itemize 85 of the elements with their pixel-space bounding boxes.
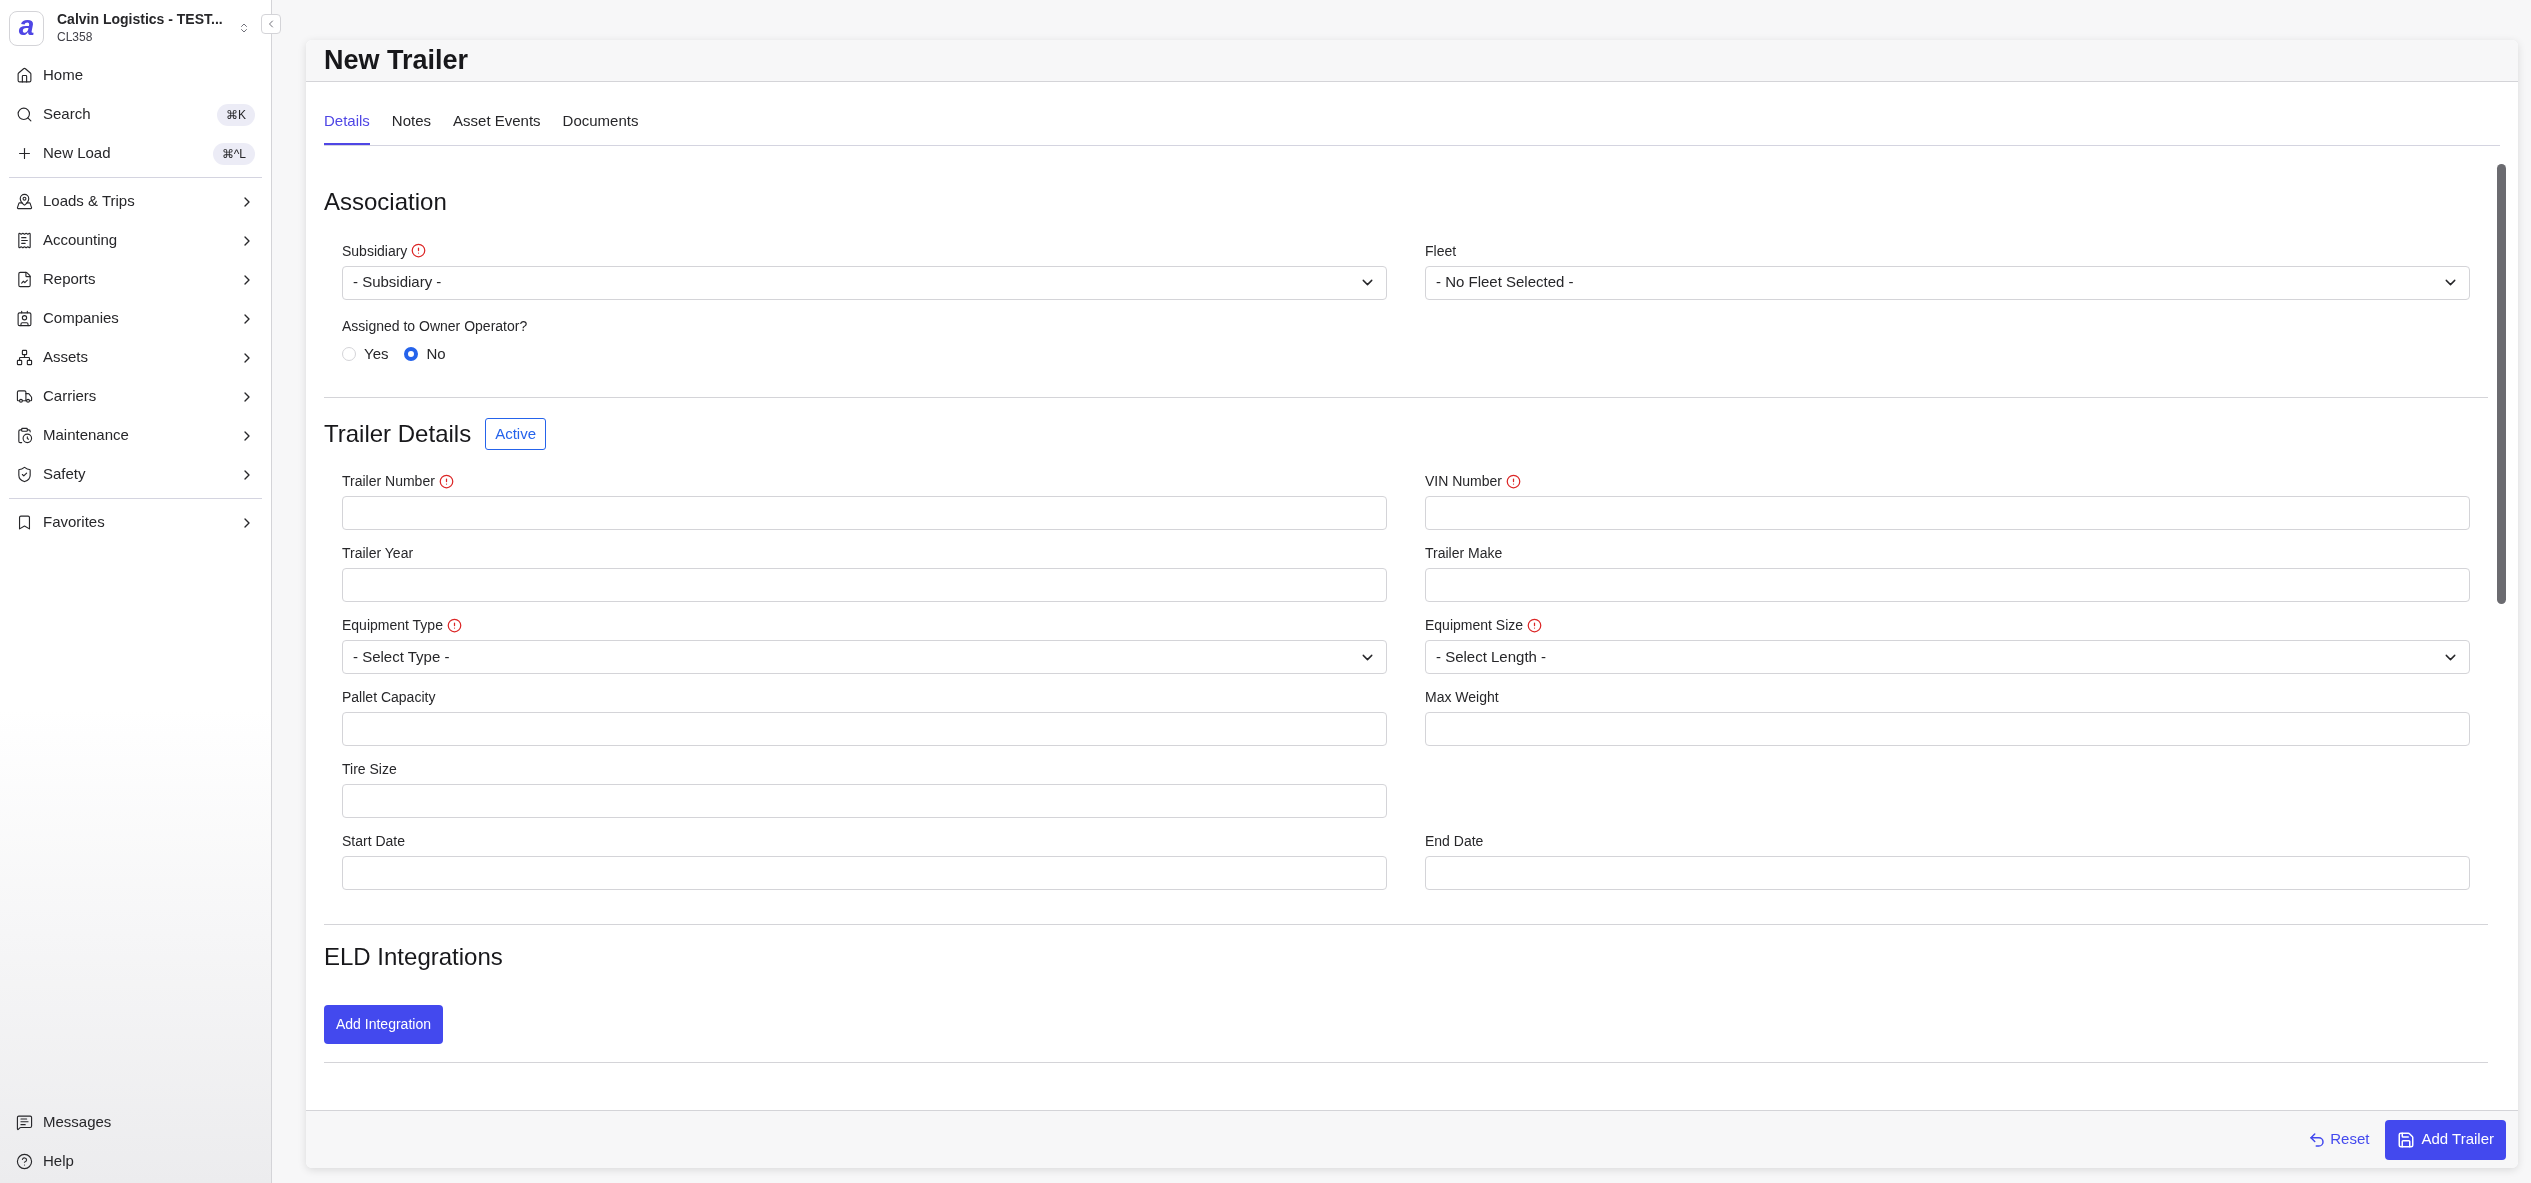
org-code: CL358 [57, 29, 94, 46]
input-field[interactable] [342, 712, 1387, 746]
receipt-icon [16, 232, 33, 249]
search-icon [16, 106, 33, 123]
shortcut-badge: ⌘K [217, 103, 255, 126]
field-label: Subsidiary [342, 241, 408, 260]
sidebar-item[interactable]: Search ⌘K [8, 95, 263, 134]
required-icon [1527, 617, 1543, 633]
sidebar-item[interactable]: Messages [8, 1103, 263, 1142]
input-field[interactable] [1425, 856, 2470, 890]
sidebar-item[interactable]: Accounting [8, 221, 263, 260]
section-heading: Association [324, 186, 448, 217]
undo-icon [2308, 1130, 2327, 1149]
input-field[interactable] [1425, 712, 2470, 746]
select-field[interactable]: - Select Type - [342, 640, 1387, 674]
select-field[interactable]: - Subsidiary - [342, 265, 1387, 300]
input-field[interactable] [342, 784, 1387, 818]
collapse-button[interactable] [261, 14, 281, 34]
radio-option[interactable]: Yes [342, 342, 389, 365]
input-field[interactable] [1425, 568, 2470, 602]
sidebar-item[interactable]: Carriers [8, 377, 263, 416]
sidebar-item[interactable]: Help [8, 1142, 263, 1181]
field-label: Pallet Capacity [342, 688, 436, 706]
field-label: Equipment Type [342, 616, 443, 634]
tab[interactable]: Details [324, 110, 370, 145]
field-label: Trailer Number [342, 472, 435, 490]
field-label: Tire Size [342, 760, 397, 778]
radio-option[interactable]: No [404, 342, 446, 365]
sidebar-item[interactable]: New Load ⌘^L [8, 134, 263, 173]
report-icon [16, 271, 33, 288]
help-icon [16, 1153, 33, 1170]
required-icon [438, 473, 454, 489]
org-name: Calvin Logistics - TEST... [57, 10, 224, 28]
radio-button[interactable] [404, 346, 419, 361]
sidebar-item[interactable]: Favorites [8, 503, 263, 542]
expand-icon[interactable] [238, 22, 250, 34]
input-field[interactable] [342, 568, 1387, 602]
sidebar-item[interactable]: Companies [8, 299, 263, 338]
add-trailer-button[interactable]: Add Trailer [2385, 1119, 2506, 1160]
shortcut-badge: ⌘^L [212, 142, 255, 165]
field-label: Start Date [342, 832, 406, 850]
sidebar-item[interactable]: Loads & Trips [8, 182, 263, 221]
reset-button[interactable]: Reset [2308, 1128, 2370, 1151]
shield-check-icon [16, 466, 33, 483]
sidebar-item[interactable]: Safety [8, 455, 263, 494]
input-field[interactable] [342, 856, 1387, 890]
map-pin-icon [16, 193, 33, 210]
truck-icon [16, 388, 33, 405]
home-icon [16, 67, 33, 84]
field-label: End Date [1425, 832, 1484, 850]
required-icon [1506, 473, 1522, 489]
field-label: Fleet [1425, 241, 1457, 260]
bookmark-icon [16, 514, 33, 531]
page-title: New Trailer [324, 44, 469, 78]
section-heading: Trailer Details [324, 419, 472, 449]
field-label: VIN Number [1425, 472, 1503, 490]
scrollbar-thumb[interactable] [2497, 163, 2506, 604]
contact-card-icon [16, 310, 33, 327]
add-integration-button[interactable]: Add Integration [324, 1005, 443, 1044]
required-icon [446, 617, 462, 633]
section-heading: ELD Integrations [324, 942, 504, 972]
logo-icon: a [9, 10, 44, 46]
tab[interactable]: Asset Events [453, 110, 541, 145]
field-label: Trailer Year [342, 544, 414, 562]
required-icon [411, 243, 427, 258]
field-label: Equipment Size [1425, 616, 1524, 634]
input-field[interactable] [342, 496, 1387, 530]
sidebar-item[interactable]: Assets [8, 338, 263, 377]
sidebar-item[interactable]: Maintenance [8, 416, 263, 455]
tab[interactable]: Notes [391, 110, 432, 145]
input-field[interactable] [1425, 496, 2470, 530]
clipboard-clock-icon [16, 427, 33, 444]
status-badge: Active [485, 417, 546, 451]
select-field[interactable]: - Select Length - [1425, 640, 2470, 674]
field-label: Trailer Make [1425, 544, 1503, 562]
tab[interactable]: Documents [562, 110, 639, 145]
sidebar-item[interactable]: Home [8, 56, 263, 95]
field-label: Assigned to Owner Operator? [342, 316, 529, 336]
hierarchy-icon [16, 349, 33, 366]
select-field[interactable]: - No Fleet Selected - [1425, 265, 2470, 300]
message-icon [16, 1114, 33, 1131]
field-label: Max Weight [1425, 688, 1499, 706]
sidebar-item[interactable]: Reports [8, 260, 263, 299]
save-icon [2397, 1130, 2416, 1149]
plus-icon [16, 145, 33, 162]
